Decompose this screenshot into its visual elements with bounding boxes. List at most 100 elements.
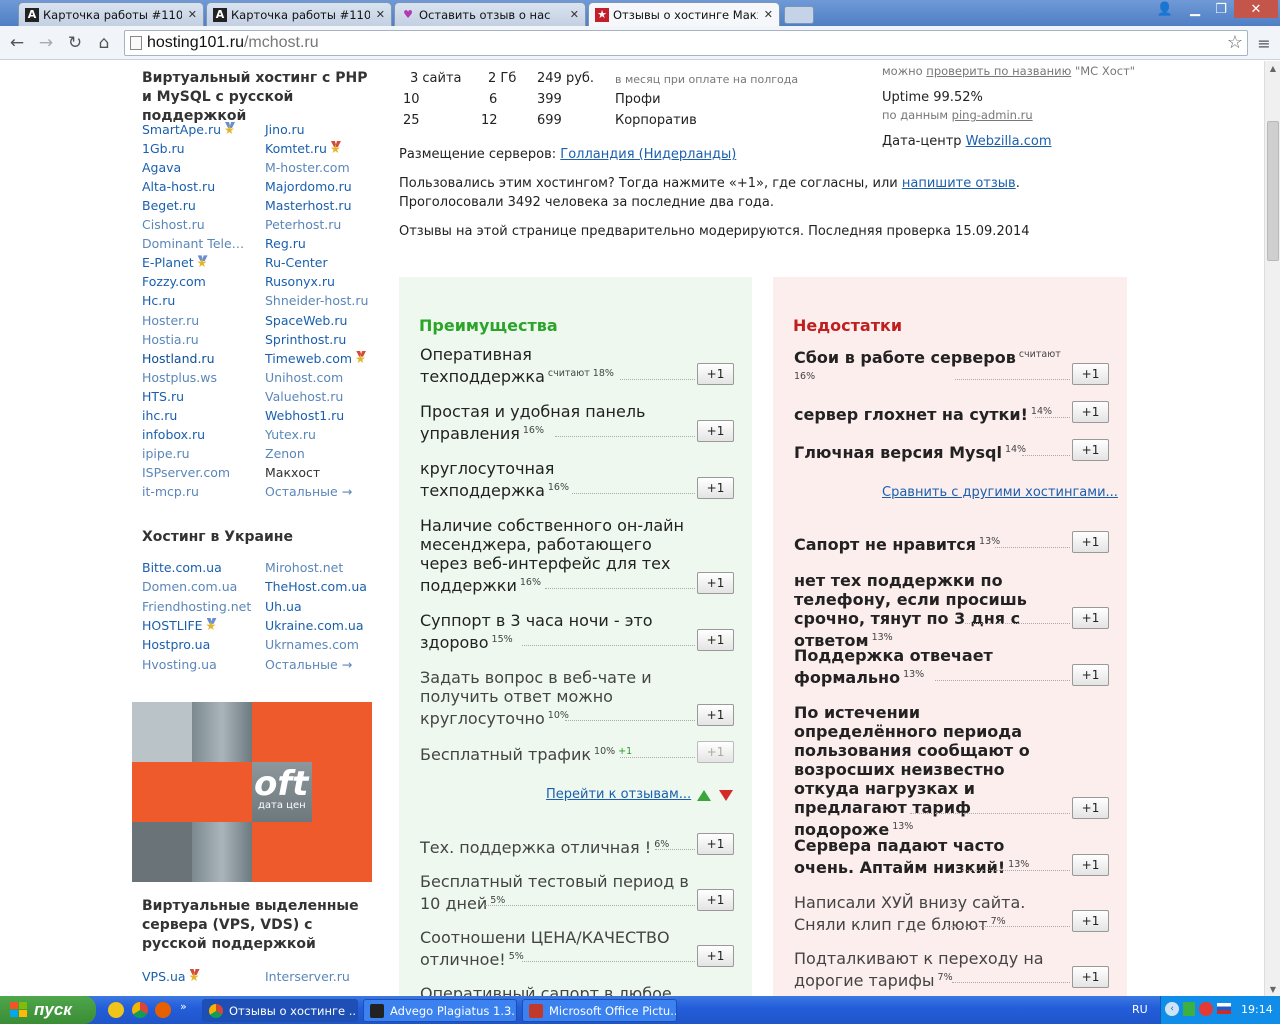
plus-one-button[interactable]: +1 (697, 477, 734, 499)
browser-tab[interactable]: A Карточка работы #110700 ✕ (206, 2, 392, 26)
taskbar-item-office-picture[interactable]: Microsoft Office Pictu... (522, 999, 677, 1022)
menu-wrench-icon[interactable]: ≡ (1254, 33, 1274, 53)
scrollbar-thumb[interactable] (1267, 121, 1279, 261)
sidebar-link[interactable]: Остальные → (265, 657, 352, 673)
sidebar-link[interactable]: Hc.ru (142, 293, 175, 309)
browser-tab-active[interactable]: ★ Отзывы о хостинге Макхос ✕ (588, 2, 780, 26)
plus-one-button[interactable]: +1 (697, 741, 734, 763)
sidebar-link[interactable]: ISPserver.com (142, 465, 230, 481)
sidebar-link[interactable]: Timeweb.com (265, 351, 367, 367)
sidebar-link[interactable]: Dominant Tele… (142, 236, 244, 252)
sidebar-link[interactable]: Hostia.ru (142, 332, 199, 348)
plus-one-button[interactable]: +1 (1072, 910, 1109, 932)
sidebar-link[interactable]: SpaceWeb.ru (265, 313, 347, 329)
sidebar-link[interactable]: M-hoster.com (265, 160, 350, 176)
tray-flag-icon[interactable] (1217, 1003, 1231, 1014)
sidebar-link[interactable]: Domen.com.ua (142, 579, 237, 595)
plus-one-button[interactable]: +1 (1072, 363, 1109, 385)
sidebar-link[interactable]: Остальные → (265, 484, 352, 500)
thumbs-down-arrow-icon[interactable] (719, 790, 733, 801)
page-scrollbar[interactable]: ▲ ▼ (1264, 61, 1280, 996)
ping-admin-link[interactable]: ping-admin.ru (952, 108, 1033, 122)
sidebar-link[interactable]: SmartApe.ru (142, 122, 236, 138)
plus-one-button[interactable]: +1 (697, 833, 734, 855)
sidebar-link[interactable]: Sprinthost.ru (265, 332, 346, 348)
plus-one-button[interactable]: +1 (1072, 401, 1109, 423)
sidebar-link[interactable]: Jino.ru (265, 122, 305, 138)
sidebar-link[interactable]: ipipe.ru (142, 446, 190, 462)
sidebar-link[interactable]: Komtet.ru (265, 141, 342, 157)
sidebar-link[interactable]: Majordomo.ru (265, 179, 352, 195)
sidebar-link[interactable]: 1Gb.ru (142, 141, 185, 157)
sidebar-link[interactable]: HTS.ru (142, 389, 184, 405)
sidebar-link-interserver[interactable]: Interserver.ru (265, 969, 350, 985)
check-name-link[interactable]: проверить по названию (926, 64, 1071, 78)
write-review-link[interactable]: напишите отзыв (902, 176, 1016, 191)
scroll-down-icon[interactable]: ▼ (1265, 982, 1280, 996)
sidebar-link[interactable]: Reg.ru (265, 236, 306, 252)
sidebar-link[interactable]: Webhost1.ru (265, 408, 344, 424)
sidebar-link[interactable]: Cishost.ru (142, 217, 205, 233)
datacenter-link[interactable]: Webzilla.com (966, 134, 1052, 149)
restore-button[interactable]: ❐ (1208, 0, 1234, 18)
plus-one-button[interactable]: +1 (697, 420, 734, 442)
close-tab-icon[interactable]: ✕ (764, 8, 773, 21)
sidebar-link[interactable]: Alta-host.ru (142, 179, 215, 195)
sidebar-link[interactable]: infobox.ru (142, 427, 205, 443)
sidebar-link[interactable]: Макхост (265, 465, 320, 481)
plus-one-button[interactable]: +1 (1072, 531, 1109, 553)
sidebar-link[interactable]: Mirohost.net (265, 560, 343, 576)
quicklaunch-more-icon[interactable]: » (180, 1000, 187, 1013)
plus-one-button[interactable]: +1 (1072, 664, 1109, 686)
sidebar-link[interactable]: Yutex.ru (265, 427, 316, 443)
quicklaunch-firefox-icon[interactable] (155, 1002, 171, 1018)
close-tab-icon[interactable]: ✕ (376, 8, 385, 21)
servers-location-link[interactable]: Голландия (Нидерланды) (560, 147, 736, 162)
sidebar-link[interactable]: Ukraine.com.ua (265, 618, 364, 634)
sidebar-link[interactable]: Hostpro.ua (142, 637, 210, 653)
sidebar-link[interactable]: it-mcp.ru (142, 484, 199, 500)
close-tab-icon[interactable]: ✕ (570, 8, 579, 21)
plus-one-button[interactable]: +1 (1072, 607, 1109, 629)
language-indicator[interactable]: RU (1132, 1003, 1148, 1016)
forward-icon[interactable]: → (35, 33, 57, 53)
scroll-up-icon[interactable]: ▲ (1265, 61, 1280, 75)
sidebar-link[interactable]: Ru-Center (265, 255, 328, 271)
sidebar-link[interactable]: Fozzy.com (142, 274, 206, 290)
taskbar-item-chrome[interactable]: Отзывы о хостинге ... (202, 999, 358, 1022)
sidebar-link[interactable]: E-Planet (142, 255, 209, 271)
tray-download-icon[interactable] (1183, 1002, 1195, 1016)
sidebar-link[interactable]: Valuehost.ru (265, 389, 343, 405)
user-icon[interactable]: 👤 (1152, 0, 1178, 18)
quicklaunch-chrome-icon[interactable] (132, 1002, 148, 1018)
minimize-button[interactable]: ▁ (1182, 0, 1208, 18)
sidebar-link[interactable]: Masterhost.ru (265, 198, 352, 214)
sidebar-link[interactable]: Hostplus.ws (142, 370, 217, 386)
plus-one-button[interactable]: +1 (1072, 966, 1109, 988)
back-icon[interactable]: ← (6, 33, 28, 53)
plus-one-button[interactable]: +1 (1072, 439, 1109, 461)
sidebar-link[interactable]: Zenon (265, 446, 305, 462)
plus-one-button[interactable]: +1 (1072, 797, 1109, 819)
sidebar-link[interactable]: Bitte.com.ua (142, 560, 222, 576)
plus-one-button[interactable]: +1 (697, 704, 734, 726)
sidebar-link[interactable]: Friendhosting.net (142, 599, 251, 615)
close-window-button[interactable]: ✕ (1234, 0, 1278, 18)
start-button[interactable]: пуск (0, 996, 96, 1024)
ad-banner[interactable]: oft дата цен (132, 702, 372, 882)
sidebar-link[interactable]: Agava (142, 160, 181, 176)
sidebar-link[interactable]: Hoster.ru (142, 313, 199, 329)
close-tab-icon[interactable]: ✕ (188, 8, 197, 21)
sidebar-link[interactable]: Unihost.com (265, 370, 343, 386)
tray-expand-icon[interactable]: ‹ (1165, 1002, 1179, 1016)
sidebar-link-vps-ua[interactable]: VPS.ua (142, 969, 201, 985)
sidebar-link[interactable]: Hvosting.ua (142, 657, 217, 673)
sidebar-link[interactable]: Uh.ua (265, 599, 302, 615)
sidebar-link[interactable]: Beget.ru (142, 198, 196, 214)
address-bar[interactable]: hosting101.ru/mchost.ru ☆ (124, 30, 1248, 56)
tray-warning-icon[interactable] (1199, 1002, 1213, 1016)
plus-one-button[interactable]: +1 (697, 572, 734, 594)
reload-icon[interactable]: ↻ (64, 33, 86, 53)
sidebar-link[interactable]: ihc.ru (142, 408, 177, 424)
taskbar-item-advego[interactable]: Advego Plagiatus 1.3... (363, 999, 517, 1022)
